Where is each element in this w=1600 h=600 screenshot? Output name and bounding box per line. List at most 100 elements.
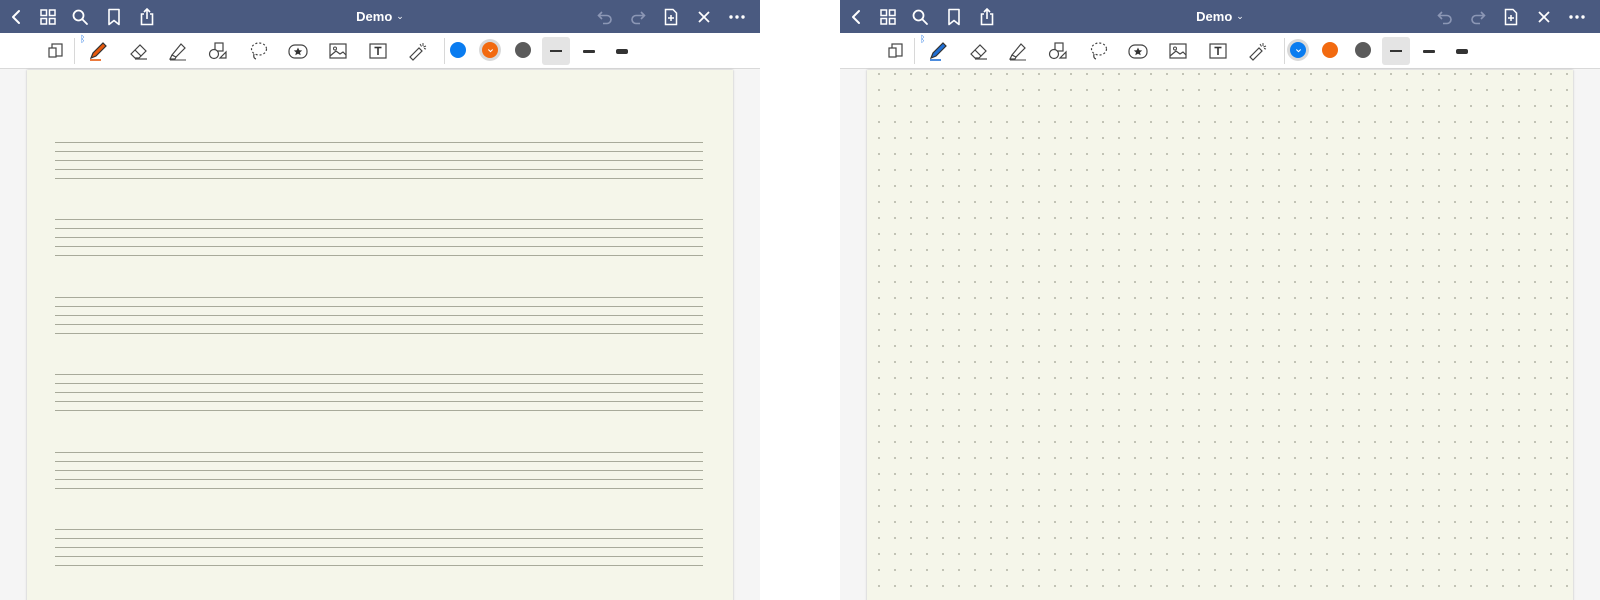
staff-line — [55, 461, 703, 462]
tool-bar: ᛒ — [0, 33, 760, 69]
music-staff-page[interactable] — [27, 70, 733, 600]
share-icon — [980, 7, 993, 25]
bookmark-button[interactable] — [937, 0, 970, 33]
navigation-bar: Demo ⌄ — [0, 0, 760, 33]
text-tool[interactable] — [1202, 35, 1234, 67]
stroke-size-thick[interactable] — [608, 37, 636, 65]
color-swatch-orange[interactable] — [482, 42, 498, 58]
share-icon — [140, 7, 153, 25]
search-button[interactable] — [903, 0, 936, 33]
close-button[interactable] — [1527, 0, 1560, 33]
chevron-down-icon — [487, 48, 493, 52]
back-button[interactable] — [0, 0, 33, 33]
shapes-tool[interactable] — [202, 35, 234, 67]
chevron-down-icon: ⌄ — [396, 11, 404, 21]
more-icon — [1568, 14, 1585, 19]
laser-pointer-icon — [409, 43, 427, 61]
toolbar-divider — [74, 38, 75, 64]
pen-icon — [89, 42, 107, 61]
bookmark-button[interactable] — [97, 0, 130, 33]
color-swatch-gray[interactable] — [1355, 42, 1371, 58]
undo-button[interactable] — [1428, 0, 1461, 33]
highlighter-icon — [1009, 43, 1026, 61]
image-tool[interactable] — [322, 35, 354, 67]
staff-line — [55, 470, 703, 471]
search-button[interactable] — [63, 0, 96, 33]
staff-line — [55, 237, 703, 238]
dotted-grid-page[interactable] — [867, 70, 1573, 600]
back-chevron-icon — [851, 9, 860, 24]
pages-grid-button[interactable] — [31, 0, 64, 33]
eraser-tool[interactable] — [963, 35, 995, 67]
lasso-tool[interactable] — [1083, 35, 1115, 67]
more-button[interactable] — [720, 0, 753, 33]
color-swatch-blue[interactable] — [450, 42, 466, 58]
stroke-size-thick[interactable] — [1448, 37, 1476, 65]
staff-line — [55, 178, 703, 179]
left-screen: Demo ⌄ ᛒ — [0, 0, 760, 600]
color-swatch-blue[interactable] — [1290, 42, 1306, 58]
text-tool[interactable] — [362, 35, 394, 67]
staff-line — [55, 556, 703, 557]
pages-grid-button[interactable] — [871, 0, 904, 33]
redo-icon — [630, 10, 646, 24]
staff-line — [55, 529, 703, 530]
undo-button[interactable] — [588, 0, 621, 33]
text-icon — [369, 43, 387, 59]
toolbar-divider — [1284, 38, 1285, 64]
right-screen: Demo ⌄ ᛒ — [840, 0, 1600, 600]
chevron-down-icon: ⌄ — [1236, 11, 1244, 21]
undo-icon — [1436, 10, 1452, 24]
redo-button[interactable] — [621, 0, 654, 33]
color-swatch-orange[interactable] — [1322, 42, 1338, 58]
shapes-tool[interactable] — [1042, 35, 1074, 67]
sticker-icon — [288, 44, 308, 59]
document-title[interactable]: Demo ⌄ — [356, 9, 404, 24]
staff-line — [55, 488, 703, 489]
sticker-tool[interactable] — [282, 35, 314, 67]
add-page-icon — [664, 8, 677, 25]
close-button[interactable] — [687, 0, 720, 33]
more-icon — [728, 14, 745, 19]
close-icon — [1537, 10, 1550, 23]
image-tool[interactable] — [1162, 35, 1194, 67]
pen-tool[interactable] — [922, 35, 954, 67]
pen-tool[interactable] — [82, 35, 114, 67]
color-swatch-gray[interactable] — [515, 42, 531, 58]
close-icon — [697, 10, 710, 23]
staff-line — [55, 255, 703, 256]
image-icon — [329, 43, 347, 59]
stroke-size-thin[interactable] — [542, 37, 570, 65]
staff-line — [55, 246, 703, 247]
stroke-size-thin[interactable] — [1382, 37, 1410, 65]
more-button[interactable] — [1560, 0, 1593, 33]
redo-icon — [1470, 10, 1486, 24]
back-button[interactable] — [840, 0, 873, 33]
bookmark-icon — [107, 8, 120, 25]
staff-line — [55, 538, 703, 539]
redo-button[interactable] — [1461, 0, 1494, 33]
stroke-size-medium[interactable] — [1415, 37, 1443, 65]
eraser-tool[interactable] — [123, 35, 155, 67]
add-page-button[interactable] — [654, 0, 687, 33]
share-button[interactable] — [970, 0, 1003, 33]
document-title[interactable]: Demo ⌄ — [1196, 9, 1244, 24]
page-zoom-tool[interactable] — [40, 35, 72, 67]
sticker-tool[interactable] — [1122, 35, 1154, 67]
staff-line — [55, 151, 703, 152]
lasso-tool[interactable] — [243, 35, 275, 67]
laser-pointer-tool[interactable] — [1242, 35, 1274, 67]
staff-line — [55, 383, 703, 384]
share-button[interactable] — [130, 0, 163, 33]
staff-line — [55, 479, 703, 480]
staff-line — [55, 333, 703, 334]
add-page-button[interactable] — [1494, 0, 1527, 33]
stroke-size-medium[interactable] — [575, 37, 603, 65]
page-zoom-tool[interactable] — [880, 35, 912, 67]
laser-pointer-tool[interactable] — [402, 35, 434, 67]
staff-line — [55, 410, 703, 411]
highlighter-tool[interactable] — [162, 35, 194, 67]
bookmark-icon — [947, 8, 960, 25]
staff-line — [55, 142, 703, 143]
highlighter-tool[interactable] — [1002, 35, 1034, 67]
